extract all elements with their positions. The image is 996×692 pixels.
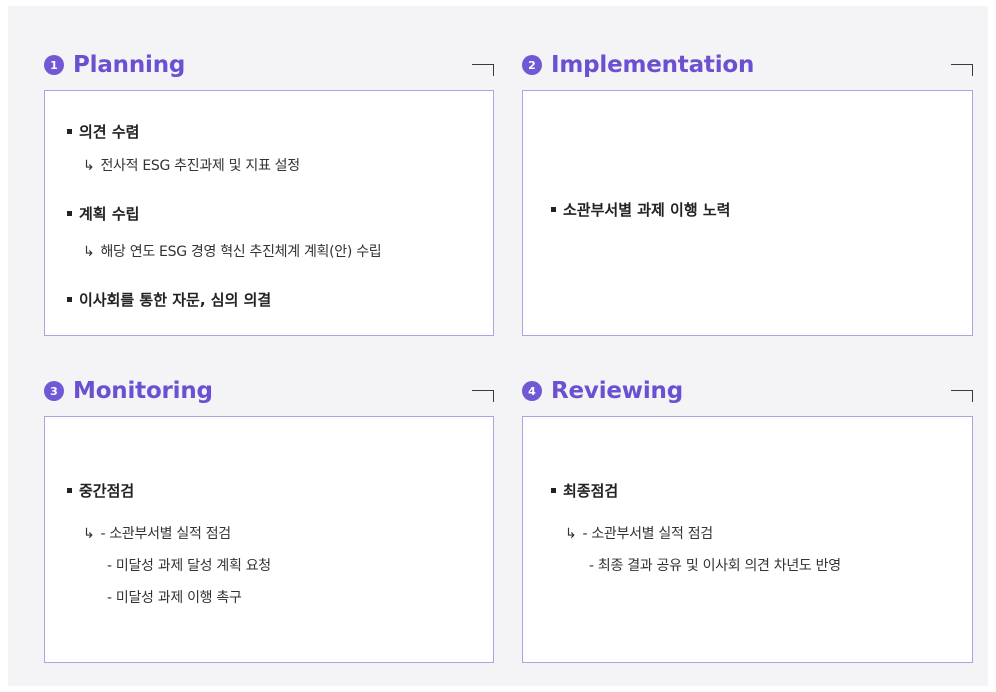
step-number-badge: 3	[44, 381, 64, 401]
section-implementation: 2 Implementation 소관부서별 과제 이행 노력	[522, 50, 973, 340]
bullet-item: 계획 수립	[67, 203, 139, 224]
arrow-icon: ↳	[565, 526, 577, 542]
section-title: Implementation	[551, 52, 755, 78]
square-bullet-icon	[67, 488, 72, 493]
corner-bracket-icon	[472, 64, 494, 76]
content-box: 중간점검 ↳ - 소관부서별 실적 점검 - 미달성 과제 달성 계획 요청 - …	[44, 416, 494, 663]
square-bullet-icon	[551, 207, 556, 212]
bullet-item: 최종점검	[551, 480, 618, 501]
square-bullet-icon	[67, 211, 72, 216]
section-header: 3 Monitoring	[44, 376, 494, 406]
sub-item: - 최종 결과 공유 및 이사회 의견 차년도 반영	[589, 555, 841, 575]
section-title: Planning	[73, 52, 186, 78]
sub-text: - 소관부서별 실적 점검	[582, 526, 713, 542]
section-title: Monitoring	[73, 378, 213, 404]
esg-process-panel: 1 Planning 의견 수렴 ↳ 전사적 ESG 추진과제 및 지표 설정 계…	[8, 6, 988, 686]
step-number-badge: 2	[522, 55, 542, 75]
bullet-text: 최종점검	[563, 482, 619, 500]
bullet-text: 중간점검	[79, 482, 135, 500]
sub-text: - 최종 결과 공유 및 이사회 의견 차년도 반영	[589, 558, 841, 574]
corner-bracket-icon	[472, 390, 494, 402]
sub-text: - 미달성 과제 이행 촉구	[107, 590, 242, 606]
section-header: 4 Reviewing	[522, 376, 973, 406]
arrow-icon: ↳	[83, 158, 95, 174]
bullet-item: 이사회를 통한 자문, 심의 의결	[67, 289, 271, 310]
square-bullet-icon	[67, 297, 72, 302]
sub-item: ↳ 전사적 ESG 추진과제 및 지표 설정	[83, 155, 300, 175]
content-box: 의견 수렴 ↳ 전사적 ESG 추진과제 및 지표 설정 계획 수립 ↳ 해당 연도…	[44, 90, 494, 336]
arrow-icon: ↳	[83, 526, 95, 542]
section-planning: 1 Planning 의견 수렴 ↳ 전사적 ESG 추진과제 및 지표 설정 계…	[44, 50, 494, 340]
sub-item: - 미달성 과제 이행 촉구	[107, 587, 242, 607]
sub-text: 전사적 ESG 추진과제 및 지표 설정	[100, 158, 300, 174]
sub-text: - 미달성 과제 달성 계획 요청	[107, 558, 271, 574]
sub-item: ↳ - 소관부서별 실적 점검	[83, 523, 231, 543]
bullet-item: 중간점검	[67, 480, 134, 501]
sub-item: ↳ 해당 연도 ESG 경영 혁신 추진체계 계획(안) 수립	[83, 241, 382, 261]
bullet-item: 의견 수렴	[67, 121, 139, 142]
sub-text: 해당 연도 ESG 경영 혁신 추진체계 계획(안) 수립	[100, 244, 382, 260]
sub-item: ↳ - 소관부서별 실적 점검	[565, 523, 713, 543]
content-box: 최종점검 ↳ - 소관부서별 실적 점검 - 최종 결과 공유 및 이사회 의견 …	[522, 416, 973, 663]
square-bullet-icon	[67, 129, 72, 134]
section-header: 1 Planning	[44, 50, 494, 80]
corner-bracket-icon	[951, 390, 973, 402]
section-monitoring: 3 Monitoring 중간점검 ↳ - 소관부서별 실적 점검 - 미달성 과…	[44, 376, 494, 666]
bullet-item: 소관부서별 과제 이행 노력	[551, 199, 730, 220]
bullet-text: 이사회를 통한 자문, 심의 의결	[79, 291, 272, 309]
sub-text: - 소관부서별 실적 점검	[100, 526, 231, 542]
step-number-badge: 1	[44, 55, 64, 75]
bullet-text: 의견 수렴	[79, 123, 140, 141]
section-reviewing: 4 Reviewing 최종점검 ↳ - 소관부서별 실적 점검 - 최종 결과 …	[522, 376, 973, 666]
bullet-text: 계획 수립	[79, 205, 140, 223]
step-number-badge: 4	[522, 381, 542, 401]
sub-item: - 미달성 과제 달성 계획 요청	[107, 555, 271, 575]
square-bullet-icon	[551, 488, 556, 493]
arrow-icon: ↳	[83, 244, 95, 260]
content-box: 소관부서별 과제 이행 노력	[522, 90, 973, 336]
section-header: 2 Implementation	[522, 50, 973, 80]
section-title: Reviewing	[551, 378, 683, 404]
bullet-text: 소관부서별 과제 이행 노력	[563, 201, 731, 219]
corner-bracket-icon	[951, 64, 973, 76]
